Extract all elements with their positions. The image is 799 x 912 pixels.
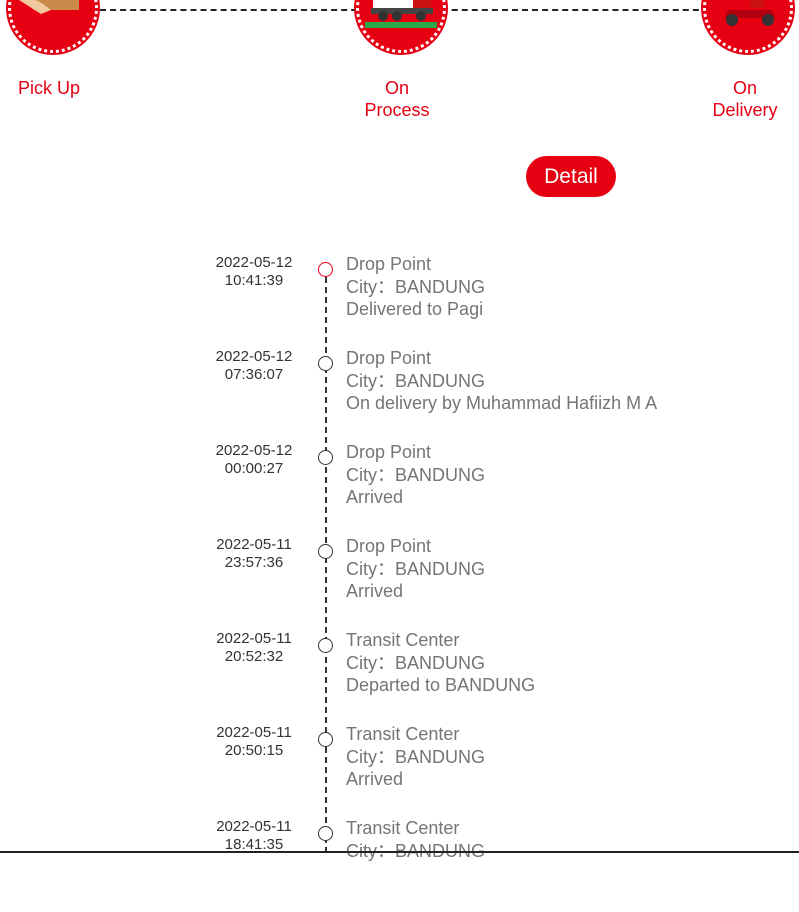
timeline-dot: [318, 450, 333, 465]
timeline-entry: 2022-05-12 00:00:27 Drop Point City：BANDU…: [0, 442, 799, 536]
timeline-details: Drop Point City：BANDUNG Arrived: [346, 441, 485, 509]
timeline-datetime: 2022-05-11 20:52:32: [216, 630, 292, 665]
timeline-status: On delivery by Muhammad Hafiizh M A: [346, 393, 658, 413]
timeline-entry: 2022-05-11 20:52:32 Transit Center City：B…: [0, 630, 799, 724]
timeline-city: City：BANDUNG: [346, 276, 486, 297]
timeline-datetime: 2022-05-11 23:57:36: [216, 536, 292, 571]
delivery-courier-icon: [703, 0, 793, 53]
timeline-dot: [318, 356, 333, 371]
pickup-package-icon: [8, 0, 98, 53]
timeline-place: Transit Center: [346, 630, 460, 650]
timeline-datetime: 2022-05-12 07:36:07: [215, 348, 293, 383]
timeline-city: City：BANDUNG: [346, 652, 486, 673]
timeline-place: Drop Point: [346, 254, 432, 274]
timeline-place: Drop Point: [346, 442, 432, 462]
timeline-details: Transit Center City：BANDUNG Departed to …: [346, 629, 535, 697]
timeline-city: City：BANDUNG: [346, 464, 486, 485]
step-label-on-delivery: On Delivery: [712, 78, 778, 120]
detail-button[interactable]: Detail: [526, 156, 616, 197]
timeline-entry: 2022-05-11 23:57:36 Drop Point City：BANDU…: [0, 536, 799, 630]
step-label-pick-up: Pick Up: [17, 78, 80, 98]
timeline-city: City：BANDUNG: [346, 746, 486, 767]
timeline-dot: [318, 826, 333, 841]
timeline-dot: [318, 732, 333, 747]
timeline-datetime: 2022-05-11 18:41:35: [216, 818, 292, 853]
timeline-entry: 2022-05-11 18:41:35 Transit Center City：B…: [0, 818, 799, 912]
timeline-entry: 2022-05-11 20:50:15 Transit Center City：B…: [0, 724, 799, 818]
timeline-status: Delivered to Pagi: [346, 299, 484, 319]
timeline-entry: 2022-05-12 10:41:39 Drop Point City：BANDU…: [0, 254, 799, 348]
timeline-datetime: 2022-05-11 20:50:15: [216, 724, 292, 759]
timeline-details: Transit Center City：BANDUNG Arrived: [346, 723, 485, 791]
timeline-place: Transit Center: [346, 818, 460, 838]
timeline-place: Drop Point: [346, 536, 432, 556]
timeline-dot: [318, 638, 333, 653]
timeline-details: Drop Point City：BANDUNG Delivered to Pag…: [346, 253, 485, 321]
timeline-city: City：BANDUNG: [346, 558, 486, 579]
timeline-details: Drop Point City：BANDUNG On delivery by M…: [346, 347, 657, 415]
timeline-status: Departed to BANDUNG: [346, 675, 536, 695]
timeline-city: City：BANDUNG: [346, 370, 486, 391]
timeline-dot-current: [318, 262, 333, 277]
timeline-status: Arrived: [346, 769, 404, 789]
timeline-details: Drop Point City：BANDUNG Arrived: [346, 535, 485, 603]
timeline-status: Arrived: [346, 487, 404, 507]
timeline-status: Arrived: [346, 581, 404, 601]
timeline-status: [346, 862, 485, 885]
timeline-datetime: 2022-05-12 00:00:27: [215, 442, 293, 477]
timeline-datetime: 2022-05-12 10:41:39: [215, 254, 293, 289]
timeline-dot: [318, 544, 333, 559]
delivery-truck-icon: [356, 0, 446, 53]
timeline-place: Drop Point: [346, 348, 432, 368]
timeline-place: Transit Center: [346, 724, 460, 744]
timeline-entry: 2022-05-12 07:36:07 Drop Point City：BANDU…: [0, 348, 799, 442]
step-label-on-process: On Process: [364, 78, 430, 120]
